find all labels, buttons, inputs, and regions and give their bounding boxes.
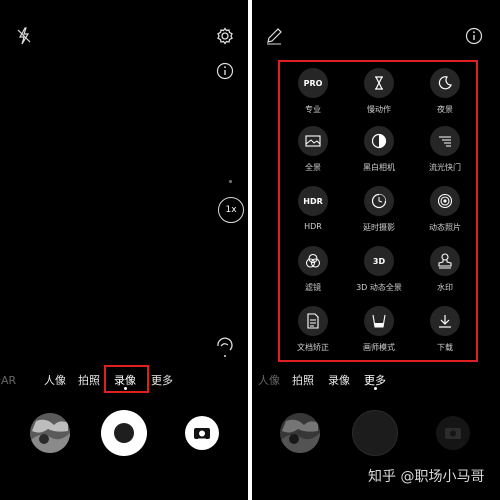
ai-scene-icon[interactable] (214, 336, 236, 358)
camera-screen-video-mode: 1x 录AR 人像 拍照 录像 更多 (0, 0, 248, 500)
info-icon[interactable] (214, 60, 236, 82)
mode-tile-moving-picture[interactable]: 动态照片 (415, 186, 475, 242)
flash-off-icon[interactable] (13, 25, 35, 47)
mode-ar[interactable]: 录AR (0, 372, 16, 388)
active-mode-indicator (374, 387, 377, 390)
moving-picture-icon (430, 186, 460, 216)
cup-icon (364, 306, 394, 336)
mode-photo[interactable]: 拍照 (78, 372, 100, 388)
shutter-bar (0, 396, 248, 500)
mode-tile-label: 水印 (437, 283, 453, 292)
mode-portrait[interactable]: 人像 (258, 372, 280, 388)
mode-tile-monochrome[interactable]: 黑白相机 (349, 126, 409, 182)
light-trail-icon (430, 126, 460, 156)
mode-tile-timelapse[interactable]: 延时摄影 (349, 186, 409, 242)
mode-tile-label: 夜景 (437, 105, 453, 114)
mode-video[interactable]: 录像 (328, 372, 350, 388)
hdr-icon: HDR (298, 186, 328, 216)
camera-screen-more-modes: PRO 专业 慢动作 夜景 全景 黑白相机 流光快门 HDR HDR 延时摄影 … (252, 0, 500, 500)
record-dot (114, 423, 134, 443)
hourglass-icon (364, 68, 394, 98)
mode-tile-hdr[interactable]: HDR HDR (283, 186, 343, 242)
shutter-button-disabled[interactable] (352, 410, 398, 456)
mode-tile-watermark[interactable]: 水印 (415, 246, 475, 302)
filter-icon (298, 246, 328, 276)
mode-tile-night[interactable]: 夜景 (415, 68, 475, 124)
edit-pencil-icon[interactable] (263, 25, 285, 47)
panorama-icon (298, 126, 328, 156)
zoom-button[interactable]: 1x (218, 197, 244, 223)
timelapse-icon (364, 186, 394, 216)
download-icon (430, 306, 460, 336)
mode-tile-download[interactable]: 下载 (415, 306, 475, 362)
document-icon (298, 306, 328, 336)
record-button[interactable] (101, 410, 147, 456)
mode-tile-slow-motion[interactable]: 慢动作 (349, 68, 409, 124)
mode-tile-3d-panorama[interactable]: 3D 3D 动态全景 (349, 246, 409, 302)
mode-tile-label: 流光快门 (429, 163, 461, 172)
mode-portrait[interactable]: 人像 (44, 372, 66, 388)
mode-tile-filter[interactable]: 滤镜 (283, 246, 343, 302)
video-mode-highlight-box (104, 365, 149, 393)
mode-photo[interactable]: 拍照 (292, 372, 314, 388)
pro-icon: PRO (298, 68, 328, 98)
more-modes-grid: PRO 专业 慢动作 夜景 全景 黑白相机 流光快门 HDR HDR 延时摄影 … (278, 60, 478, 362)
focus-indicator-dot (229, 180, 232, 183)
mode-tile-light-painting[interactable]: 流光快门 (415, 126, 475, 182)
mode-tile-label: 下载 (437, 343, 453, 352)
gallery-thumbnail[interactable] (30, 413, 70, 453)
info-icon[interactable] (463, 25, 485, 47)
mode-tile-painter[interactable]: 画师模式 (349, 306, 409, 362)
3d-icon: 3D (364, 246, 394, 276)
mode-more[interactable]: 更多 (364, 372, 386, 388)
settings-gear-icon[interactable] (214, 25, 236, 47)
moon-icon (430, 68, 460, 98)
switch-camera-button[interactable] (185, 416, 219, 450)
mode-more[interactable]: 更多 (151, 372, 173, 388)
switch-camera-button[interactable] (436, 416, 470, 450)
mode-tile-document[interactable]: 文档矫正 (283, 306, 343, 362)
stamp-icon (430, 246, 460, 276)
gallery-thumbnail[interactable] (280, 413, 320, 453)
zhihu-watermark: 知乎 @职场小马哥 (368, 469, 485, 485)
mode-tile-pro[interactable]: PRO 专业 (283, 68, 343, 124)
black-white-icon (364, 126, 394, 156)
mode-tile-panorama[interactable]: 全景 (283, 126, 343, 182)
mode-tile-label: 动态照片 (429, 223, 461, 232)
